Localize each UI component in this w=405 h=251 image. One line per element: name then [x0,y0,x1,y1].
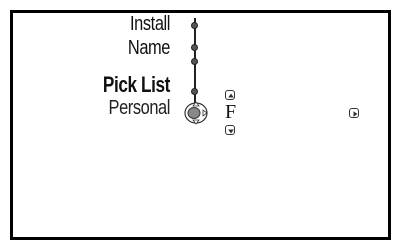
selected-letter: F [225,101,237,123]
menu-item-personal[interactable]: Personal [80,97,171,119]
menu-node-name [191,44,198,51]
menu-node-picklist [191,88,198,95]
menu-item-pick-list[interactable]: Pick List [84,73,170,97]
up-arrow-icon[interactable] [225,90,235,100]
down-arrow-icon[interactable] [225,125,235,135]
menu-node-name-2 [191,58,198,65]
menu-item-install[interactable]: Install [80,13,170,35]
menu-node-install [191,22,198,29]
menu-item-name[interactable]: Name [80,37,171,59]
cursor-navigation-icon[interactable] [183,100,209,126]
right-arrow-icon[interactable] [349,108,359,118]
